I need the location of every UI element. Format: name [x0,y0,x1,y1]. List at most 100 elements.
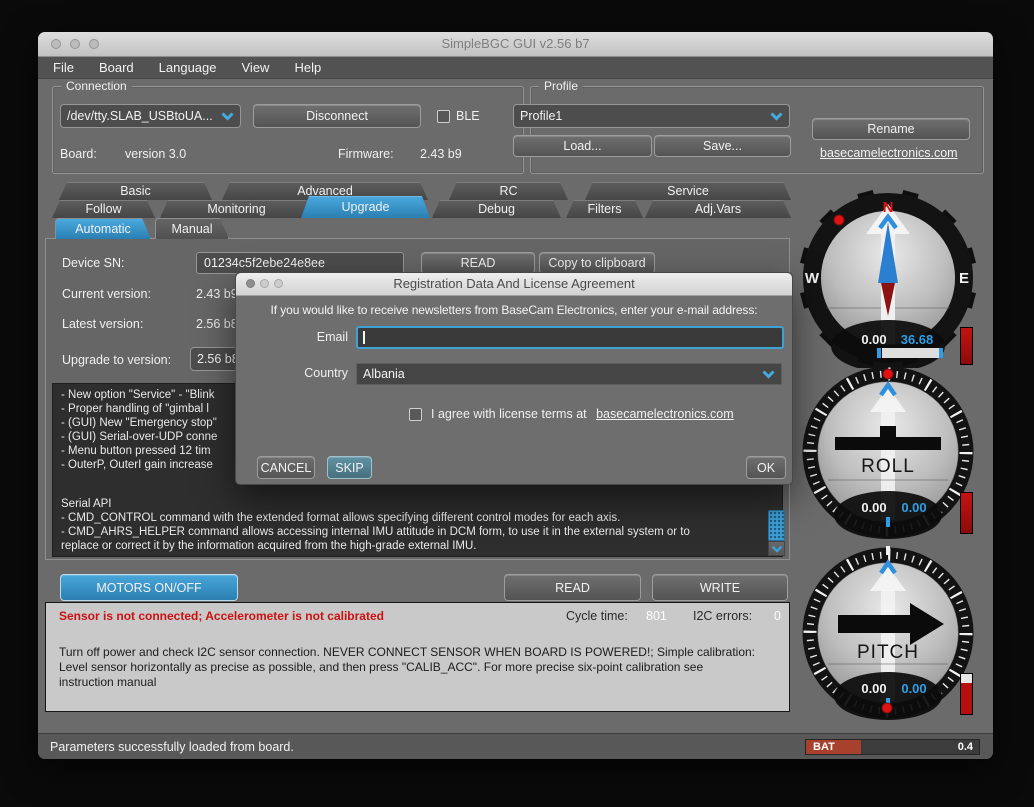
board-label: Board: [60,147,97,161]
tab-debug[interactable]: Debug [432,200,561,218]
dialog-titlebar: Registration Data And License Agreement [236,273,792,296]
connection-group-label: Connection [61,79,132,93]
read-button[interactable]: READ [504,574,641,601]
cycle-time-label: Cycle time: [566,609,628,623]
sn-read-button[interactable]: READ [421,252,535,274]
disconnect-label: Disconnect [306,109,368,123]
battery-value: 0.4 [958,740,973,754]
roll-level-bar [960,492,973,534]
profile-select[interactable]: Profile1 [513,104,790,128]
battery-badge: BAT [806,740,861,754]
country-label: Country [236,366,348,380]
message-panel: Sensor is not connected; Accelerometer i… [45,602,790,712]
compass-w: W [805,270,820,287]
roll-target-value: 0.00 [901,500,926,515]
chevron-down-icon [771,545,783,553]
ok-button[interactable]: OK [746,456,786,479]
screen: { "window": { "title": "SimpleBGC GUI v2… [0,0,1034,807]
changelog-line: - CMD_CONTROL command with the extended … [61,511,760,525]
yaw-value: 0.00 [861,332,886,347]
pitch-value: 0.00 [861,681,886,696]
menu-file[interactable]: File [53,60,74,75]
scrollbar-down-button[interactable] [768,541,785,556]
tab-service[interactable]: Service [585,182,791,200]
battery-indicator: BAT 0.4 [805,739,980,755]
chevron-down-icon [221,112,234,121]
menu-help[interactable]: Help [294,60,321,75]
error-message: Sensor is not connected; Accelerometer i… [59,609,384,623]
zero-marker-dot [882,703,892,713]
current-version-label: Current version: [62,287,151,301]
profile-group-label: Profile [539,79,583,93]
pitch-gauge: PITCH 0.00 0.00 [798,543,978,723]
serial-port-value: /dev/tty.SLAB_USBtoUA... [67,109,213,123]
chevron-down-icon [770,112,783,121]
menu-language[interactable]: Language [159,60,217,75]
basecam-site-link[interactable]: basecamelectronics.com [820,146,958,160]
yaw-trim-bar [877,348,943,358]
registration-dialog: Registration Data And License Agreement … [235,272,793,485]
profile-value: Profile1 [520,109,562,123]
yaw-target-value: 36.68 [901,332,934,347]
dialog-prompt: If you would like to receive newsletters… [236,303,792,317]
pitch-label: PITCH [857,642,919,663]
compass-n: N [883,199,894,216]
menu-board[interactable]: Board [99,60,134,75]
skip-button[interactable]: SKIP [327,456,372,479]
tab-monitoring[interactable]: Monitoring [160,200,313,218]
zero-marker-dot [883,369,893,379]
agree-checkbox[interactable] [409,408,422,421]
tab-follow[interactable]: Follow [52,200,155,218]
tab-basic[interactable]: Basic [59,182,212,200]
tab-upgrade[interactable]: Upgrade [301,196,430,218]
pitch-target-value: 0.00 [901,681,926,696]
titlebar: SimpleBGC GUI v2.56 b7 [38,32,993,57]
subtab-manual[interactable]: Manual [155,218,229,239]
motors-onoff-button[interactable]: MOTORS ON/OFF [60,574,238,601]
serial-port-select[interactable]: /dev/tty.SLAB_USBtoUA... [60,104,241,128]
menu-view[interactable]: View [242,60,270,75]
firmware-value: 2.43 b9 [420,147,462,161]
instruction-text: Turn off power and check I2C sensor conn… [59,645,759,690]
tab-adjvars[interactable]: Adj.Vars [645,200,791,218]
ble-checkbox[interactable] [437,110,450,123]
yaw-compass-gauge: N W E 0.00 36.68 [798,188,978,368]
scrollbar-thumb[interactable] [768,510,785,541]
disconnect-button[interactable]: Disconnect [253,104,421,128]
top-tick [886,546,890,555]
text-caret [363,331,365,344]
subtab-automatic[interactable]: Automatic [55,218,151,239]
license-link[interactable]: basecamelectronics.com [596,407,734,421]
tab-rc[interactable]: RC [449,182,568,200]
agree-text: I agree with license terms at basecamele… [431,407,734,421]
status-bar: Parameters successfully loaded from boar… [38,733,993,759]
changelog-line: - CMD_AHRS_HELPER command allows accessi… [61,525,760,539]
profile-load-button[interactable]: Load... [513,135,652,157]
pitch-level-bar [960,673,973,715]
changelog-line: Serial API [61,497,760,511]
profile-save-button[interactable]: Save... [654,135,791,157]
load-label: Load... [563,139,601,153]
country-select[interactable]: Albania [356,363,782,385]
copy-to-clipboard-button[interactable]: Copy to clipboard [539,252,655,274]
chevron-down-icon [762,370,775,379]
window-title: SimpleBGC GUI v2.56 b7 [38,36,993,51]
device-sn-field[interactable]: 01234c5f2ebe24e8ee [196,252,404,274]
country-value: Albania [363,367,405,381]
write-button[interactable]: WRITE [652,574,788,601]
cancel-button[interactable]: CANCEL [257,456,315,479]
profile-rename-button[interactable]: Rename [812,118,970,140]
status-text: Parameters successfully loaded from boar… [50,740,294,754]
board-value: version 3.0 [125,147,186,161]
roll-trim-tick [886,517,890,527]
current-version-value: 2.43 b9 [196,287,238,301]
tab-filters[interactable]: Filters [566,200,643,218]
i2c-errors-value: 0 [774,609,781,623]
roll-gauge: ROLL 0.00 0.00 [798,362,978,542]
menubar: File Board Language View Help [38,57,993,79]
device-sn-label: Device SN: [62,256,125,270]
rename-label: Rename [867,122,914,136]
changelog-line: replace or correct it by the information… [61,539,760,553]
heading-marker-dot [834,215,844,225]
email-input[interactable] [356,326,784,349]
